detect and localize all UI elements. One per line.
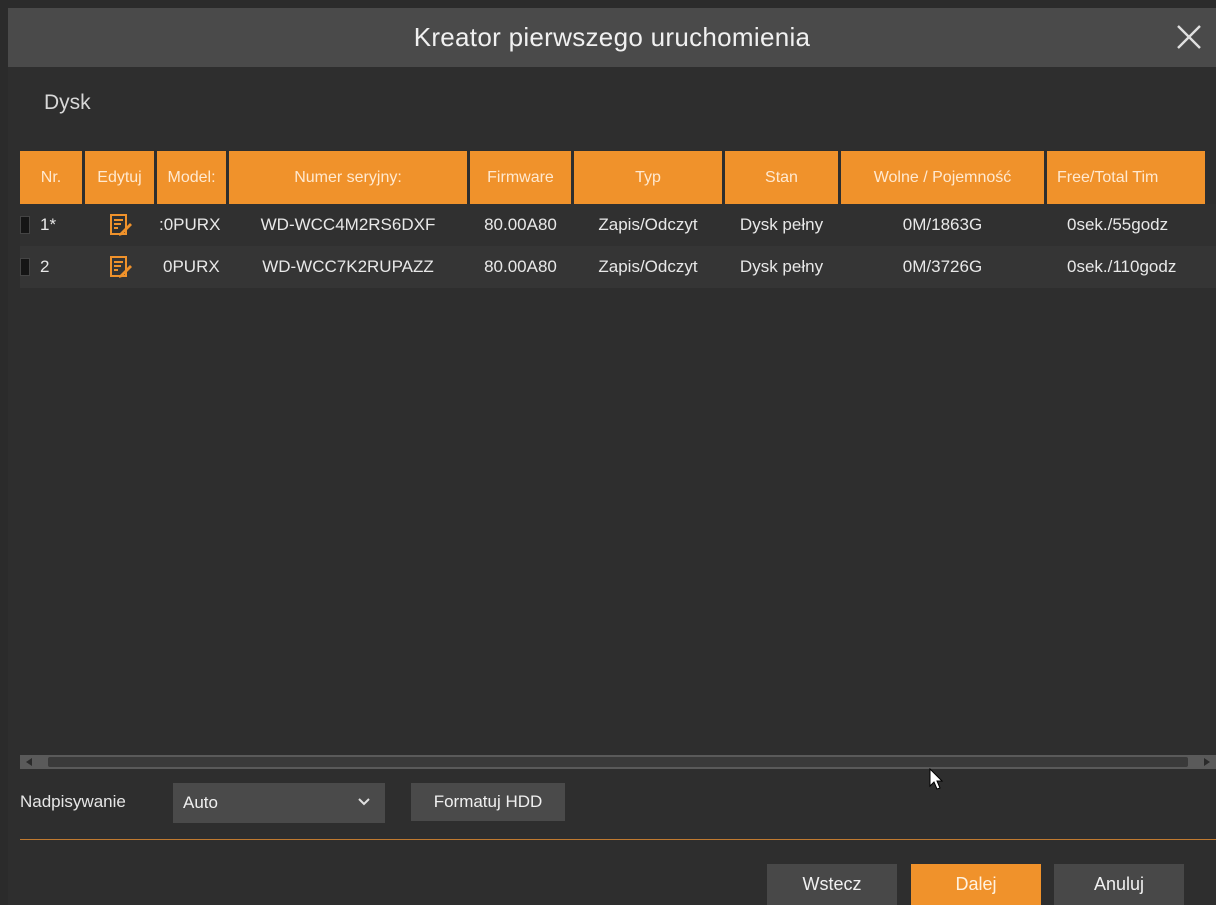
col-header-edit[interactable]: Edytuj	[85, 151, 154, 204]
section-title: Dysk	[44, 91, 91, 114]
cell-type: Zapis/Odczyt	[598, 257, 698, 276]
row-checkbox[interactable]	[20, 258, 30, 276]
cell-state: Dysk pełny	[739, 215, 824, 234]
cell-capacity: 0M/3726G	[902, 257, 983, 276]
cell-nr: 2	[20, 246, 82, 288]
col-header-type[interactable]: Typ	[574, 151, 722, 204]
row-checkbox[interactable]	[20, 216, 30, 234]
cell-type: Zapis/Odczyt	[598, 215, 698, 234]
cell-serial: WD-WCC4M2RS6DXF	[260, 215, 436, 234]
col-header-serial[interactable]: Numer seryjny:	[229, 151, 467, 204]
mouse-cursor-icon	[929, 768, 944, 790]
cell-edit	[85, 246, 154, 288]
cell-firmware: 80.00A80	[484, 215, 557, 234]
col-header-nr[interactable]: Nr.	[20, 151, 82, 204]
disk-table: Nr. Edytuj Model: Numer seryjny: Firmwar…	[20, 151, 1216, 840]
table-row[interactable]: 2 0PURX WD-WCC7K2RUPAZZ 80.00A80 Zapis/O…	[20, 246, 1216, 288]
format-hdd-button[interactable]: Formatuj HDD	[411, 783, 565, 821]
col-header-firmware[interactable]: Firmware	[470, 151, 571, 204]
scroll-left-icon[interactable]	[26, 758, 32, 766]
cell-model: 0PURX	[163, 257, 220, 276]
next-button[interactable]: Dalej	[911, 864, 1041, 905]
table-row[interactable]: 1* :0PURX WD-WCC4M2RS6DXF 80.00A80 Zapis…	[20, 204, 1216, 246]
cancel-button[interactable]: Anuluj	[1054, 864, 1184, 905]
close-icon[interactable]	[1172, 20, 1206, 54]
edit-icon[interactable]	[108, 255, 132, 279]
cell-edit	[85, 204, 154, 246]
overwrite-label: Nadpisywanie	[20, 792, 126, 811]
cell-time: 0sek./110godz	[1067, 257, 1177, 276]
chevron-down-icon	[358, 798, 370, 806]
window-title: Kreator pierwszego uruchomienia	[413, 22, 811, 52]
cell-state: Dysk pełny	[739, 257, 824, 276]
cell-time: 0sek./55godz	[1067, 215, 1169, 234]
table-header: Nr. Edytuj Model: Numer seryjny: Firmwar…	[20, 151, 1216, 204]
col-header-state[interactable]: Stan	[725, 151, 838, 204]
cell-serial: WD-WCC7K2RUPAZZ	[262, 257, 434, 276]
overwrite-value: Auto	[183, 793, 218, 812]
edit-icon[interactable]	[108, 213, 132, 237]
cell-capacity: 0M/1863G	[902, 215, 983, 234]
cell-model: :0PURX	[159, 215, 221, 234]
wizard-panel: Dysk Nr. Edytuj Model: Numer seryjny: Fi…	[8, 67, 1216, 905]
overwrite-select[interactable]: Auto	[173, 783, 385, 823]
scrollbar-thumb[interactable]	[48, 757, 1188, 767]
back-button[interactable]: Wstecz	[767, 864, 897, 905]
cell-firmware: 80.00A80	[484, 257, 557, 276]
scroll-right-icon[interactable]	[1204, 758, 1210, 766]
horizontal-scrollbar[interactable]	[20, 755, 1216, 769]
cell-nr: 1*	[20, 204, 82, 246]
col-header-capacity[interactable]: Wolne / Pojemność	[841, 151, 1044, 204]
col-header-time[interactable]: Free/Total Tim	[1047, 151, 1205, 204]
title-bar: Kreator pierwszego uruchomienia	[8, 8, 1216, 67]
col-header-model[interactable]: Model:	[157, 151, 226, 204]
